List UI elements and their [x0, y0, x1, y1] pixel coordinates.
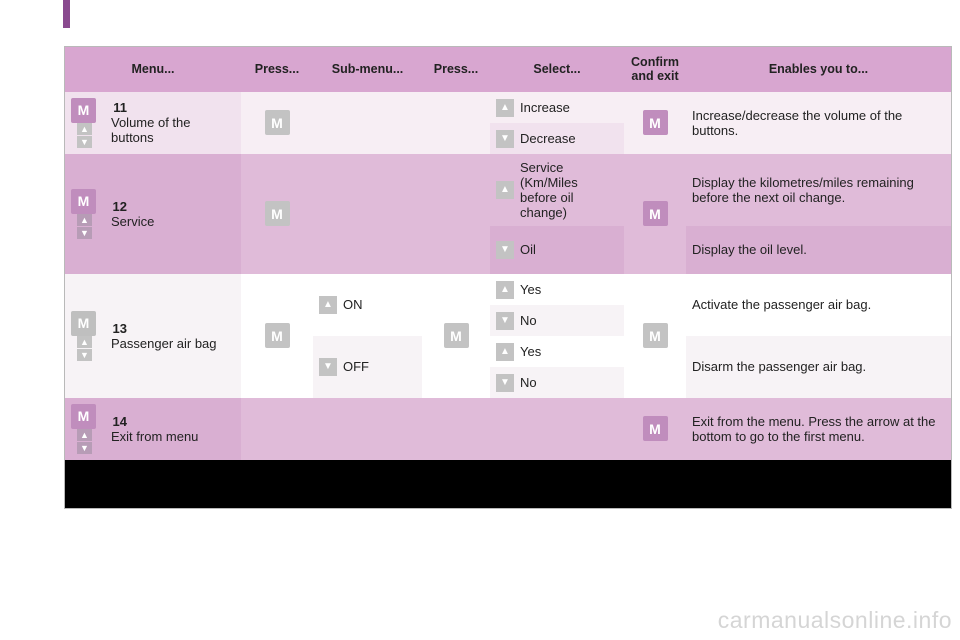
row13-p2: M [422, 274, 490, 398]
row12-enables-up: Display the kilometres/miles remaining b… [686, 154, 951, 226]
m-button-icon: M [643, 323, 668, 348]
row12-selarrow-up: ▲ [490, 154, 514, 226]
row12-p2 [422, 154, 490, 274]
hdr-confirm: Confirm and exit [624, 47, 686, 92]
row12-sub [313, 154, 422, 274]
row13-subarrow-on: ▲ [313, 274, 337, 336]
row11-sel-dn: Decrease [514, 123, 624, 154]
down-arrow-icon: ▼ [496, 130, 514, 148]
hdr-select: Select... [490, 47, 624, 92]
row11-selarrow-dn: ▼ [490, 123, 514, 154]
row12-sel-up: Service (Km/Miles before oil change) [514, 154, 624, 226]
down-arrow-icon: ▼ [319, 358, 337, 376]
row13-sel-n2: No [514, 367, 624, 398]
row13-subarrow-off: ▼ [313, 336, 337, 398]
header-row: Menu... Press... Sub-menu... Press... Se… [65, 47, 951, 92]
row14-num: 14 [107, 414, 127, 429]
up-arrow-icon: ▲ [496, 281, 514, 299]
menu-table-frame: Menu... Press... Sub-menu... Press... Se… [64, 46, 952, 509]
hdr-submenu: Sub-menu... [313, 47, 422, 92]
row13-sel-y2: Yes [514, 336, 624, 367]
m-button-icon: M [71, 404, 96, 429]
row-13-a: M▲▼ 13Passenger air bag M ▲ ON M ▲ Yes M… [65, 274, 951, 305]
updown-arrows-icon: ▲▼ [77, 123, 92, 148]
row11-sub [313, 92, 422, 154]
hdr-press2: Press... [422, 47, 490, 92]
row13-confirm: M [624, 274, 686, 398]
row11-enables: Increase/decrease the volume of the butt… [686, 92, 951, 154]
row11-p2 [422, 92, 490, 154]
row13-sel-y1: Yes [514, 274, 624, 305]
row-14: M▲▼ 14Exit from menu M Exit from the men… [65, 398, 951, 460]
row12-menutxt: Service [107, 214, 219, 229]
row13-press: M [241, 274, 313, 398]
row11-confirm: M [624, 92, 686, 154]
row12-confirm: M [624, 154, 686, 274]
row13-enables-off: Disarm the passenger air bag. [686, 336, 951, 398]
updown-arrows-icon: ▲▼ [77, 214, 92, 239]
hdr-enables: Enables you to... [686, 47, 951, 92]
row12-sel-dn: Oil [514, 226, 624, 274]
footer-row [65, 460, 951, 508]
row11-menu: 11Volume of the buttons [101, 92, 241, 154]
row13-selarrow-n2: ▼ [490, 367, 514, 398]
m-button-icon: M [71, 98, 96, 123]
m-button-icon: M [643, 201, 668, 226]
row13-selarrow-y1: ▲ [490, 274, 514, 305]
m-button-icon: M [265, 110, 290, 135]
m-button-icon: M [643, 110, 668, 135]
row13-sub-on: ON [337, 274, 422, 336]
row11-mcell: M▲▼ [65, 92, 101, 154]
row13-menu: 13Passenger air bag [101, 274, 241, 398]
menu-table: Menu... Press... Sub-menu... Press... Se… [65, 47, 951, 508]
row11-num: 11 [107, 100, 127, 115]
up-arrow-icon: ▲ [496, 343, 514, 361]
updown-arrows-icon: ▲▼ [77, 429, 92, 454]
side-tab [63, 0, 70, 28]
row14-mcell: M▲▼ [65, 398, 101, 460]
footer-bar [65, 460, 951, 508]
down-arrow-icon: ▼ [496, 312, 514, 330]
m-button-icon: M [444, 323, 469, 348]
row12-selarrow-dn: ▼ [490, 226, 514, 274]
row11-menutxt: Volume of the buttons [107, 115, 219, 145]
m-button-icon: M [71, 311, 96, 336]
m-button-icon: M [643, 416, 668, 441]
row11-press: M [241, 92, 313, 154]
row13-menutxt: Passenger air bag [107, 336, 219, 351]
updown-arrows-icon: ▲▼ [77, 336, 92, 361]
row12-menu: 12Service [101, 154, 241, 274]
down-arrow-icon: ▼ [496, 241, 514, 259]
row12-press: M [241, 154, 313, 274]
row-11-a: M▲▼ 11Volume of the buttons M ▲ Increase… [65, 92, 951, 123]
row14-menutxt: Exit from menu [107, 429, 219, 444]
row14-menu: 14Exit from menu [101, 398, 241, 460]
down-arrow-icon: ▼ [496, 374, 514, 392]
row-12-a: M▲▼ 12Service M ▲ Service (Km/Miles befo… [65, 154, 951, 226]
watermark: carmanualsonline.info [718, 607, 952, 634]
row13-enables-on: Activate the passenger air bag. [686, 274, 951, 336]
up-arrow-icon: ▲ [496, 181, 514, 199]
row13-selarrow-y2: ▲ [490, 336, 514, 367]
row12-mcell: M▲▼ [65, 154, 101, 274]
row13-sub-off: OFF [337, 336, 422, 398]
row14-enables: Exit from the menu. Press the arrow at t… [686, 398, 951, 460]
m-button-icon: M [265, 201, 290, 226]
row12-enables-dn: Display the oil level. [686, 226, 951, 274]
row11-sel-up: Increase [514, 92, 624, 123]
m-button-icon: M [71, 189, 96, 214]
row13-sel-n1: No [514, 305, 624, 336]
row13-selarrow-n1: ▼ [490, 305, 514, 336]
m-button-icon: M [265, 323, 290, 348]
row11-selarrow-up: ▲ [490, 92, 514, 123]
row14-span [241, 398, 624, 460]
up-arrow-icon: ▲ [496, 99, 514, 117]
row13-mcell: M▲▼ [65, 274, 101, 398]
row12-num: 12 [107, 199, 127, 214]
up-arrow-icon: ▲ [319, 296, 337, 314]
hdr-press1: Press... [241, 47, 313, 92]
hdr-menu: Menu... [65, 47, 241, 92]
row14-confirm: M [624, 398, 686, 460]
row13-num: 13 [107, 321, 127, 336]
